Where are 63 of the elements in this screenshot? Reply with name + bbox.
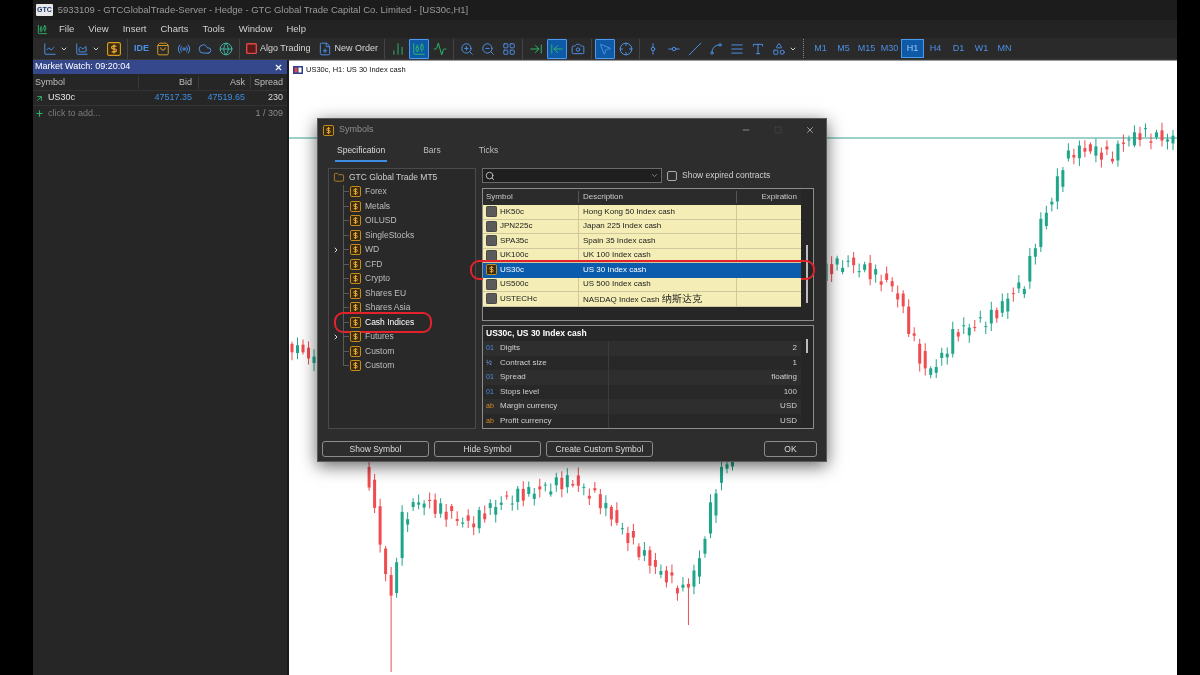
globe-icon	[219, 41, 233, 56]
menu-item[interactable]: Window	[231, 21, 280, 37]
toolbar-button[interactable]	[547, 38, 568, 59]
curve-icon	[709, 41, 724, 56]
window-title: 5933109 - GTCGlobalTrade-Server - Hedge - GTC Global Trade Capital Co. Limited - [US30c,H1]	[57, 2, 469, 17]
column-header: Ask	[198, 75, 250, 90]
cloud-icon	[198, 41, 212, 56]
timeframe-button[interactable]: H1	[901, 39, 925, 58]
letter-t-icon	[751, 41, 766, 56]
file-plus-icon	[317, 41, 332, 56]
area-chart-icon	[75, 41, 89, 56]
camera-icon	[571, 41, 586, 56]
shopping-bag-icon	[156, 41, 170, 56]
menu-item[interactable]: Insert	[115, 21, 154, 37]
symbol-count: 1 / 309	[255, 106, 283, 120]
timeframe-button[interactable]: M15	[855, 39, 879, 58]
diagonal-line-icon	[688, 41, 703, 56]
timeframe-button[interactable]: H4	[924, 39, 948, 58]
new-order-button[interactable]: New Order	[314, 38, 382, 59]
column-header: Symbol	[34, 75, 66, 89]
crosshair-icon	[619, 41, 634, 56]
panel-title: Market Watch: 09:20:04	[35, 60, 131, 74]
candlestick-icon	[412, 41, 427, 56]
quote-row[interactable]: US30c 47517.35 47519.65 230	[33, 91, 287, 106]
menu-item[interactable]: Tools	[195, 21, 232, 37]
symbol-text: US30c	[48, 91, 75, 105]
dollar-icon	[107, 41, 121, 56]
arrow-left-bar-icon	[550, 41, 565, 56]
candlestick-icon	[37, 23, 48, 35]
bid-price: 47517.35	[153, 91, 193, 105]
menu-item[interactable]: Charts	[153, 21, 196, 37]
spread-value: 230	[266, 91, 284, 105]
zoom-in-icon	[460, 41, 475, 56]
close-button[interactable]	[274, 62, 283, 72]
timeframe-button[interactable]: D1	[947, 39, 971, 58]
timeframe-button[interactable]: M5	[832, 39, 856, 58]
close-icon	[274, 62, 283, 72]
add-symbol-link[interactable]: click to add...	[48, 106, 101, 121]
timeframe-button[interactable]: M1	[809, 39, 833, 58]
pointer-icon	[598, 41, 613, 56]
toolbar-button[interactable]	[595, 38, 616, 59]
timeframe-button[interactable]: MN	[993, 39, 1017, 58]
algo-trading-button[interactable]: Algo Trading	[243, 38, 314, 59]
timeframe-button[interactable]: M30	[878, 39, 902, 58]
timeframe-button[interactable]: W1	[970, 39, 994, 58]
menu-item[interactable]: View	[81, 21, 116, 37]
column-header: Spread	[250, 75, 287, 90]
arrow-right-bar-icon	[529, 41, 544, 56]
menu-item[interactable]: File	[52, 21, 82, 37]
toolbar-button[interactable]	[409, 38, 430, 59]
bars-icon	[391, 41, 406, 56]
plus-icon	[35, 109, 44, 118]
ask-price: 47519.65	[206, 91, 246, 105]
shapes-icon	[772, 41, 787, 56]
line-chart-icon	[43, 41, 57, 56]
column-header: Bid	[138, 75, 198, 90]
radio-waves-icon	[177, 41, 191, 56]
menu-item[interactable]: Help	[279, 21, 313, 37]
zoom-out-icon	[481, 41, 496, 56]
zigzag-line-icon	[433, 41, 448, 56]
stacked-lines-icon	[730, 41, 745, 56]
ide-button[interactable]: IDE	[131, 38, 152, 59]
grid-icon	[502, 41, 517, 56]
